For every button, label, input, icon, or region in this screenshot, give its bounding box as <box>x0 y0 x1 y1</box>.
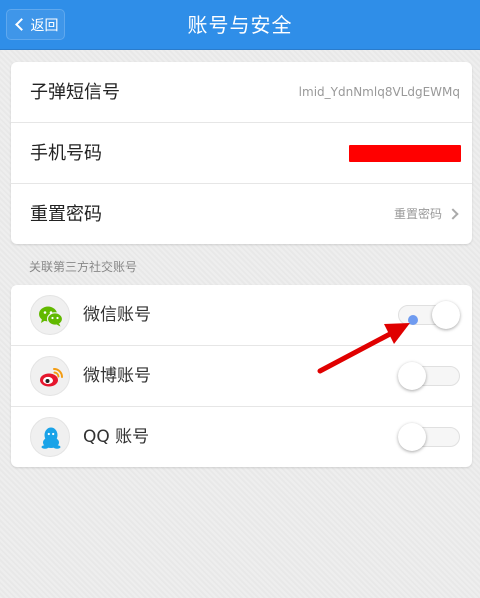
social-section-label: 关联第三方社交账号 <box>29 260 138 274</box>
account-info-card: 子弹短信号 lmid_YdnNmlq8VLdgEWMq 手机号码 重置密码 重置… <box>11 62 472 244</box>
header-bar: 返回 账号与安全 <box>0 0 480 50</box>
qq-label: QQ 账号 <box>83 427 150 447</box>
bullet-id-label: 子弹短信号 <box>30 82 120 103</box>
qq-toggle-knob <box>398 423 426 451</box>
account-security-page: 返回 账号与安全 子弹短信号 lmid_YdnNmlq8VLdgEWMq 手机号… <box>0 0 480 598</box>
qq-toggle[interactable] <box>398 423 460 451</box>
weibo-icon <box>30 356 70 396</box>
bullet-id-value: lmid_YdnNmlq8VLdgEWMq <box>298 85 460 99</box>
bullet-id-row: 子弹短信号 lmid_YdnNmlq8VLdgEWMq <box>11 62 472 123</box>
page-title: 账号与安全 <box>187 13 293 37</box>
reset-password-label: 重置密码 <box>30 204 102 225</box>
weibo-row: 微博账号 <box>11 346 472 407</box>
wechat-label: 微信账号 <box>83 305 151 325</box>
wechat-toggle-knob <box>432 301 460 329</box>
wechat-toggle[interactable] <box>398 301 460 329</box>
qq-row: QQ 账号 <box>11 407 472 468</box>
reset-password-value: 重置密码 <box>393 207 442 221</box>
weibo-label: 微博账号 <box>83 366 151 386</box>
wechat-row: 微信账号 <box>11 285 472 346</box>
weibo-toggle[interactable] <box>398 362 460 390</box>
phone-number-label: 手机号码 <box>30 143 102 164</box>
weibo-toggle-knob <box>398 362 426 390</box>
qq-icon <box>30 417 70 457</box>
social-accounts-card: 微信账号 微博账号 QQ 账号 <box>11 285 472 467</box>
toggle-indicator-dot <box>408 315 418 325</box>
phone-number-redaction <box>349 145 461 162</box>
wechat-icon <box>30 295 70 335</box>
phone-number-row[interactable]: 手机号码 <box>11 123 472 184</box>
reset-password-row[interactable]: 重置密码 重置密码 <box>11 184 472 245</box>
chevron-right-icon <box>447 208 459 220</box>
